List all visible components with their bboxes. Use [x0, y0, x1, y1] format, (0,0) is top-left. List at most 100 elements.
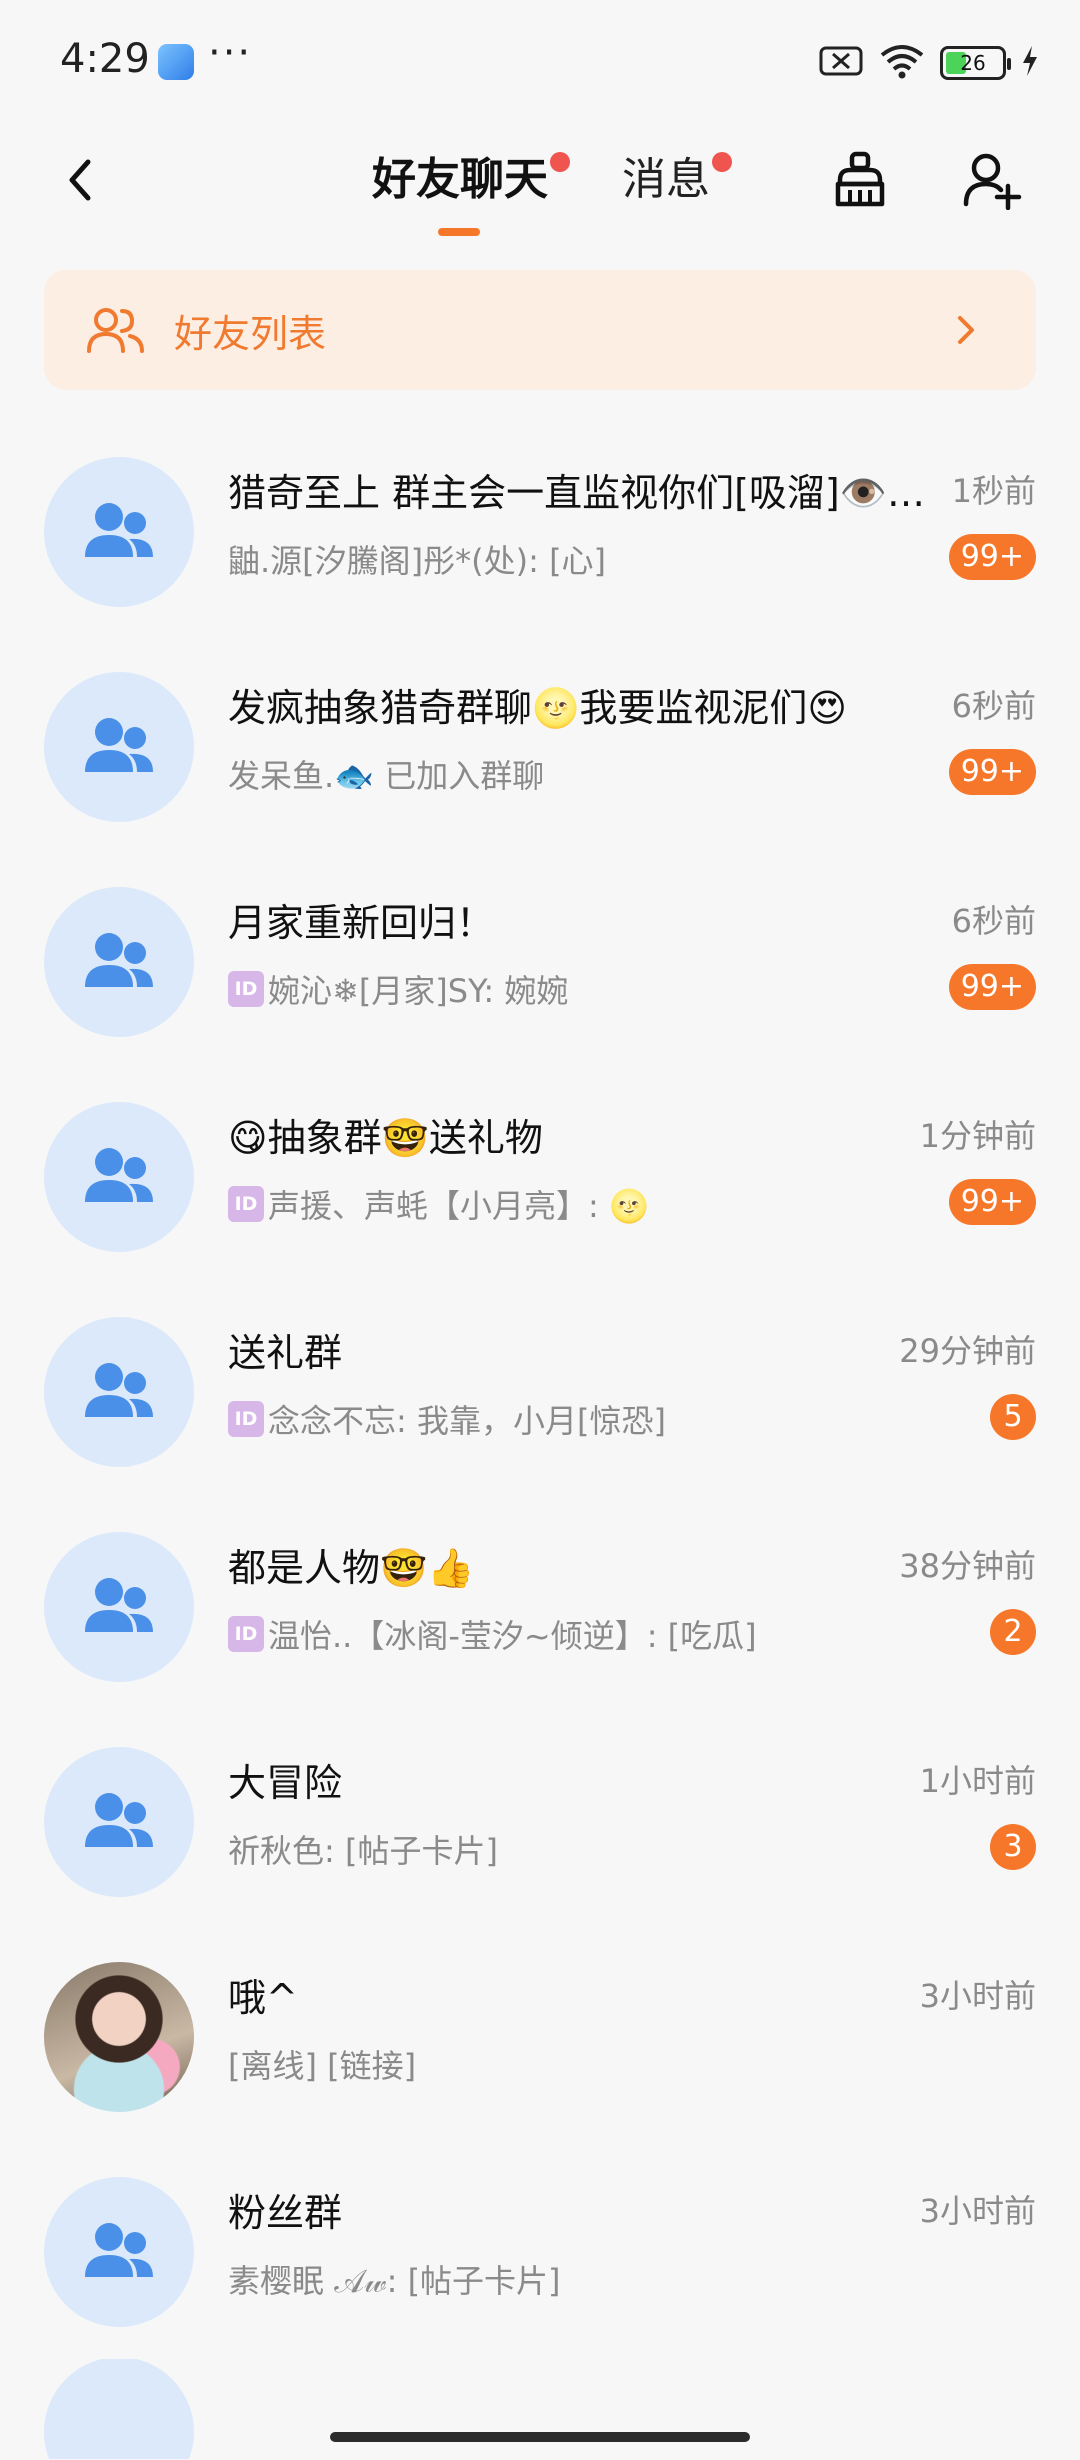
chat-time: 3小时前: [919, 1977, 1036, 2015]
chat-row[interactable]: 😋抽象群🤓送礼物 1分钟前 ID 声援、声蚝【小月亮】: 🌝 99+: [0, 1069, 1080, 1284]
chat-preview-text: 鼬.源[汐騰阁]彤*(处): [心]: [228, 542, 607, 580]
unread-badge: 99+: [948, 1179, 1036, 1225]
chat-time: 1小时前: [919, 1762, 1036, 1800]
id-tag-icon: ID: [228, 971, 264, 1007]
id-tag-icon: ID: [228, 1186, 264, 1222]
chat-row[interactable]: 送礼群 29分钟前 ID 念念不忘: 我靠，小月[惊恐] 5: [0, 1284, 1080, 1499]
friends-icon: [86, 300, 146, 360]
group-icon: [85, 1793, 153, 1847]
group-avatar: [44, 457, 194, 607]
app-icon: [158, 44, 194, 80]
battery-icon: 26: [940, 46, 1011, 80]
chat-preview: 素樱眠 𝒜𝓌: [帖子卡片]: [228, 2256, 561, 2302]
chat-row[interactable]: 哦^ 3小时前 [离线] [链接]: [0, 1929, 1080, 2144]
group-avatar: [44, 1747, 194, 1897]
chat-time: 6秒前: [951, 902, 1036, 940]
active-tab-indicator: [438, 228, 480, 236]
unread-dot: [712, 152, 732, 172]
status-icons: 26: [818, 40, 1040, 86]
back-button[interactable]: [40, 140, 120, 220]
group-icon: [85, 2223, 153, 2277]
chat-preview: 鼬.源[汐騰阁]彤*(处): [心]: [228, 536, 606, 582]
id-tag-icon: ID: [228, 1401, 264, 1437]
chat-preview-text: 念念不忘: 我靠，小月[惊恐]: [268, 1402, 666, 1440]
chat-row[interactable]: 粉丝群 3小时前 素樱眠 𝒜𝓌: [帖子卡片]: [0, 2144, 1080, 2359]
group-avatar: [44, 887, 194, 1037]
group-avatar: [44, 1102, 194, 1252]
chat-time: 3小时前: [919, 2192, 1036, 2230]
chat-preview: 发呆鱼.🐟 已加入群聊: [228, 751, 544, 797]
group-avatar: [44, 2359, 194, 2459]
chat-time: 1分钟前: [919, 1117, 1036, 1155]
more-notifications-icon: ···: [208, 30, 253, 76]
chat-preview: ID 念念不忘: 我靠，小月[惊恐]: [228, 1396, 666, 1442]
chat-name: 送礼群: [228, 1331, 343, 1375]
battery-level: 26: [960, 51, 986, 75]
top-nav: 好友聊天 消息: [0, 130, 1080, 250]
unread-badge: 3: [990, 1824, 1036, 1870]
home-indicator[interactable]: [330, 2432, 750, 2442]
group-icon: [85, 1578, 153, 1632]
chat-time: 29分钟前: [899, 1332, 1036, 1370]
chat-row-partial[interactable]: [0, 2359, 1080, 2459]
chat-time: 1秒前: [951, 472, 1036, 510]
tab-friend-chat[interactable]: 好友聊天: [372, 140, 570, 220]
user-avatar: [44, 1962, 194, 2112]
chevron-right-icon: [936, 300, 996, 360]
unread-dot: [550, 152, 570, 172]
group-icon: [85, 1148, 153, 1202]
chat-row[interactable]: 月家重新回归！ 6秒前 ID 婉沁❄[月家]SY: 婉婉 99+: [0, 854, 1080, 1069]
group-avatar: [44, 1317, 194, 1467]
friend-list-label: 好友列表: [174, 311, 327, 356]
chat-time: 38分钟前: [899, 1547, 1036, 1585]
friend-list-banner[interactable]: 好友列表: [44, 270, 1036, 390]
group-avatar: [44, 1532, 194, 1682]
chat-preview: 祈秋色: [帖子卡片]: [228, 1826, 498, 1872]
tab-friend-chat-label: 好友聊天: [372, 154, 548, 205]
chat-row[interactable]: 发疯抽象猎奇群聊🌝我要监视泥们😍 6秒前 发呆鱼.🐟 已加入群聊 99+: [0, 639, 1080, 854]
id-tag-icon: ID: [228, 1616, 264, 1652]
friend-list-section: 好友列表: [0, 250, 1080, 424]
unread-badge: 99+: [948, 964, 1036, 1010]
wifi-icon: [878, 41, 926, 85]
unread-badge: 2: [990, 1609, 1036, 1655]
status-time: 4:29: [60, 36, 150, 82]
chat-preview-text: 温怡..【冰阁-莹汐~倾逆】: [吃瓜]: [268, 1617, 757, 1655]
charging-icon: [1020, 44, 1040, 82]
chat-preview-text: 祈秋色: [帖子卡片]: [228, 1832, 498, 1870]
chat-preview: ID 温怡..【冰阁-莹汐~倾逆】: [吃瓜]: [228, 1611, 757, 1657]
add-friend-icon: [963, 153, 1022, 210]
add-friend-button[interactable]: [952, 140, 1032, 220]
chat-row[interactable]: 猎奇至上 群主会一直监视你们[吸溜]👁️… 1秒前 鼬.源[汐騰阁]彤*(处):…: [0, 424, 1080, 639]
chat-name: 猎奇至上 群主会一直监视你们[吸溜]👁️…: [228, 471, 926, 515]
clean-button[interactable]: [820, 140, 900, 220]
chat-preview-text: 素樱眠 𝒜𝓌: [帖子卡片]: [228, 2262, 561, 2300]
group-icon: [85, 933, 153, 987]
chat-name: 月家重新回归！: [228, 901, 495, 945]
chat-name: 发疯抽象猎奇群聊🌝我要监视泥们😍: [228, 686, 847, 730]
sim-off-icon: [818, 43, 864, 83]
unread-badge: 99+: [948, 534, 1036, 580]
group-avatar: [44, 672, 194, 822]
chat-name: 😋抽象群🤓送礼物: [228, 1116, 543, 1160]
chat-preview: ID 婉沁❄[月家]SY: 婉婉: [228, 966, 568, 1012]
chat-name: 大冒险: [228, 1761, 343, 1805]
tab-messages-label: 消息: [622, 154, 710, 205]
chat-name: 哦^: [228, 1976, 298, 2020]
chat-preview: ID 声援、声蚝【小月亮】: 🌝: [228, 1181, 649, 1227]
chat-row[interactable]: 都是人物🤓👍 38分钟前 ID 温怡..【冰阁-莹汐~倾逆】: [吃瓜] 2: [0, 1499, 1080, 1714]
group-icon: [85, 718, 153, 772]
back-icon: [69, 159, 91, 201]
chat-row[interactable]: 大冒险 1小时前 祈秋色: [帖子卡片] 3: [0, 1714, 1080, 1929]
chat-preview-text: [离线] [链接]: [228, 2047, 417, 2085]
unread-badge: 5: [990, 1394, 1036, 1440]
chat-preview: [离线] [链接]: [228, 2041, 416, 2087]
chat-name: 都是人物🤓👍: [228, 1546, 475, 1590]
chat-preview-text: 婉沁❄[月家]SY: 婉婉: [268, 972, 569, 1010]
tab-messages[interactable]: 消息: [622, 140, 732, 220]
status-bar: 4:29 ··· 26: [0, 0, 1080, 130]
chat-name: 粉丝群: [228, 2191, 343, 2235]
group-icon: [85, 1363, 153, 1417]
chat-list: 猎奇至上 群主会一直监视你们[吸溜]👁️… 1秒前 鼬.源[汐騰阁]彤*(处):…: [0, 424, 1080, 2459]
chat-time: 6秒前: [951, 687, 1036, 725]
